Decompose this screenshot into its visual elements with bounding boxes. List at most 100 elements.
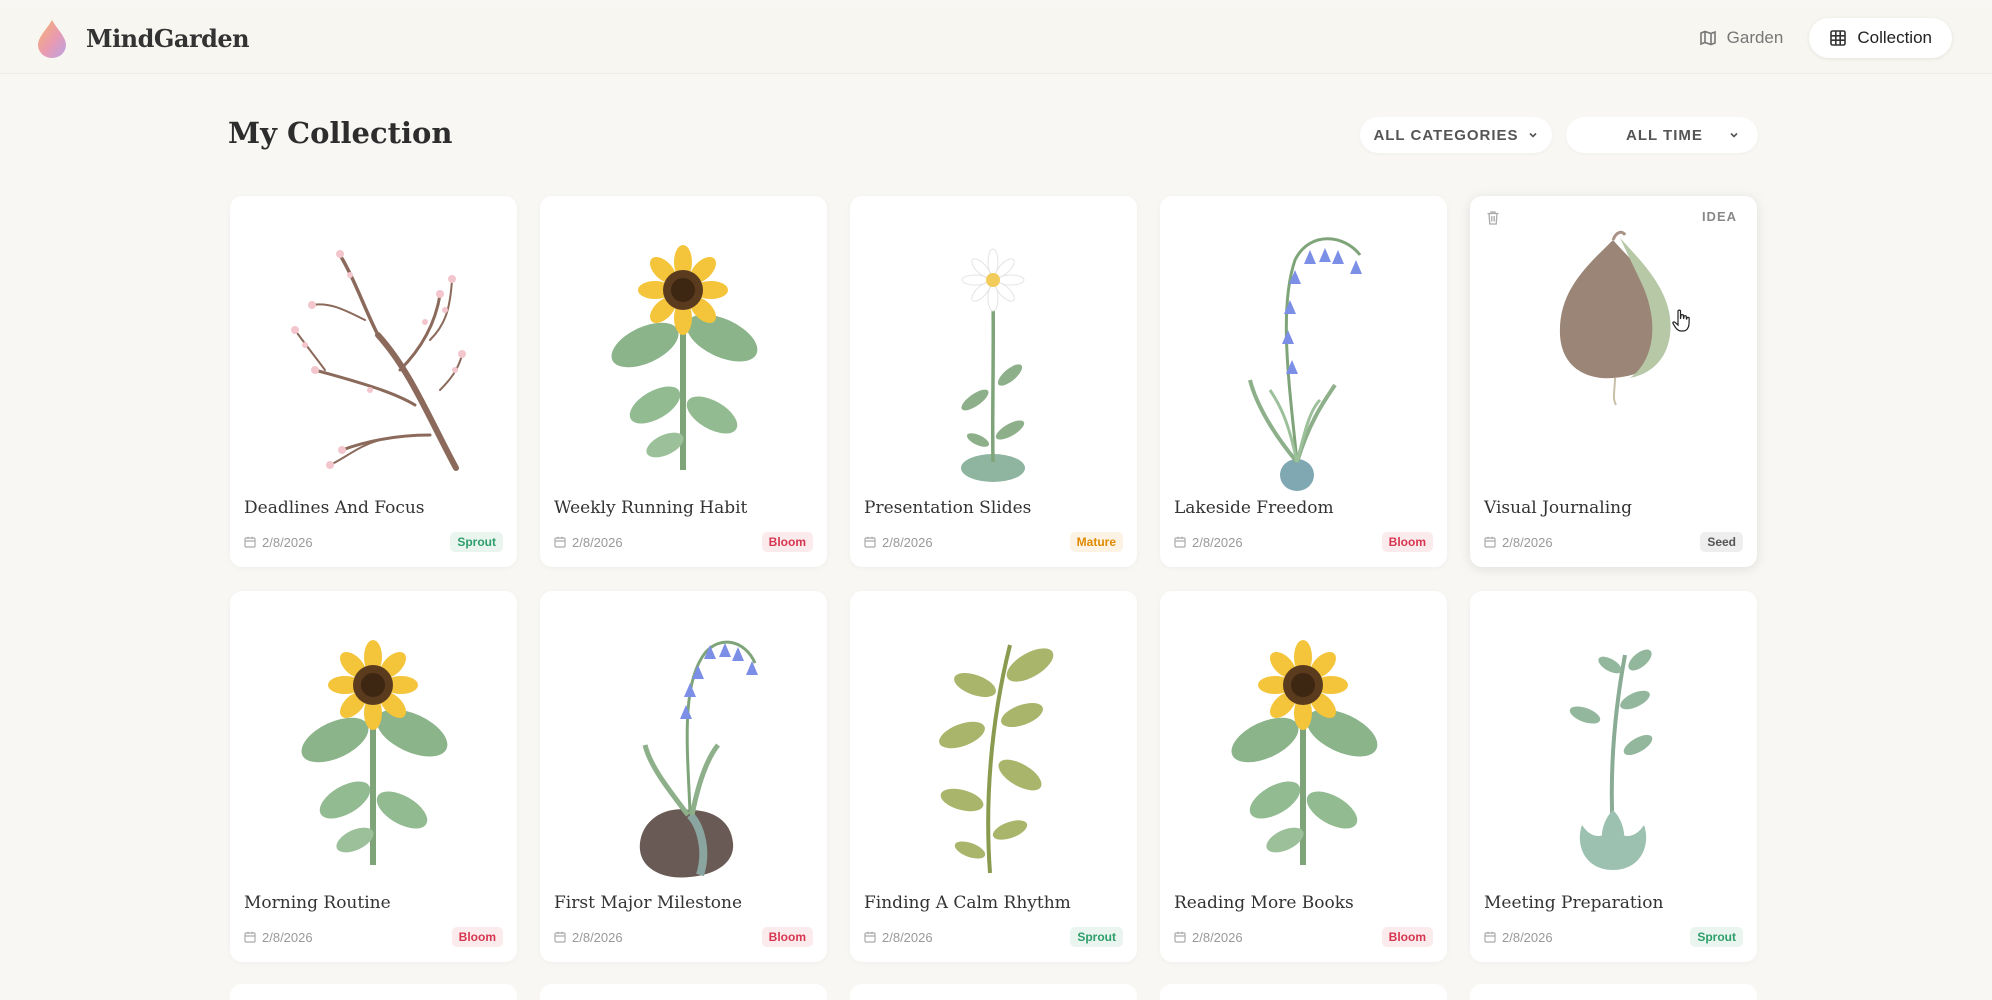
card-peek — [1160, 984, 1447, 1000]
card-title: Meeting Preparation — [1484, 893, 1664, 913]
card-date-text: 2/8/2026 — [262, 534, 313, 550]
card-date-text: 2/8/2026 — [1502, 929, 1553, 945]
card-date: 2/8/2026 — [554, 930, 623, 945]
card-title: Weekly Running Habit — [554, 498, 748, 518]
card-peek — [230, 984, 517, 1000]
sunflower-icon — [1160, 605, 1447, 895]
card-title: Visual Journaling — [1484, 498, 1632, 518]
category-filter-dropdown[interactable]: ALL CATEGORIES — [1360, 117, 1552, 153]
stage-badge: Bloom — [1381, 532, 1433, 552]
leafy-stem-icon — [850, 605, 1137, 895]
top-bar: MindGarden Garden Collection — [0, 8, 1992, 74]
card-meta: 2/8/2026 Mature — [864, 532, 1123, 552]
card-lakeside-freedom[interactable]: Lakeside Freedom 2/8/2026 Bloom — [1160, 196, 1447, 567]
calendar-icon — [1174, 536, 1186, 548]
calendar-icon — [864, 931, 876, 943]
hand-cursor-icon — [1672, 309, 1690, 332]
card-date-text: 2/8/2026 — [1502, 534, 1553, 550]
calendar-icon — [1174, 931, 1186, 943]
card-date: 2/8/2026 — [244, 535, 313, 550]
card-first-major-milestone[interactable]: First Major Milestone 2/8/2026 Bloom — [540, 591, 827, 962]
chevron-down-icon — [1730, 132, 1738, 138]
card-meta: 2/8/2026 Bloom — [1174, 532, 1433, 552]
card-date: 2/8/2026 — [554, 535, 623, 550]
calendar-icon — [1484, 536, 1496, 548]
calendar-icon — [1484, 931, 1496, 943]
stage-badge: Mature — [1069, 532, 1123, 552]
card-date: 2/8/2026 — [864, 535, 933, 550]
card-presentation-slides[interactable]: Presentation Slides 2/8/2026 Mature — [850, 196, 1137, 567]
card-date-text: 2/8/2026 — [882, 929, 933, 945]
card-peek — [1470, 984, 1757, 1000]
card-morning-routine[interactable]: Morning Routine 2/8/2026 Bloom — [230, 591, 517, 962]
chevron-down-icon — [1528, 132, 1537, 138]
card-date-text: 2/8/2026 — [1192, 534, 1243, 550]
card-title: Presentation Slides — [864, 498, 1032, 518]
category-filter-value: ALL CATEGORIES — [1373, 126, 1519, 144]
logo-drop-icon — [38, 20, 66, 58]
stage-badge: Bloom — [451, 927, 503, 947]
card-title: Morning Routine — [244, 893, 391, 913]
time-filter-value: ALL TIME — [1626, 126, 1703, 144]
card-meta: 2/8/2026 Sprout — [864, 927, 1123, 947]
card-title: Reading More Books — [1174, 893, 1354, 913]
stage-badge: Seed — [1700, 532, 1743, 552]
card-meta: 2/8/2026 Sprout — [244, 532, 503, 552]
stage-badge: Sprout — [1070, 927, 1123, 947]
card-date-text: 2/8/2026 — [262, 929, 313, 945]
card-meeting-preparation[interactable]: Meeting Preparation 2/8/2026 Sprout — [1470, 591, 1757, 962]
nav-collection-button[interactable]: Collection — [1809, 18, 1952, 58]
card-meta: 2/8/2026 Bloom — [1174, 927, 1433, 947]
card-visual-journaling[interactable]: IDEA Visual Journaling 2/8/2026 Seed — [1470, 196, 1757, 567]
brand-name: MindGarden — [86, 23, 250, 53]
card-meta: 2/8/2026 Bloom — [554, 532, 813, 552]
time-filter-dropdown[interactable]: ALL TIME — [1566, 117, 1758, 153]
sunflower-icon — [540, 210, 827, 500]
card-meta: 2/8/2026 Seed — [1484, 532, 1743, 552]
card-peek — [850, 984, 1137, 1000]
calendar-icon — [554, 536, 566, 548]
map-icon — [1699, 30, 1716, 46]
card-meta: 2/8/2026 Bloom — [554, 927, 813, 947]
stage-badge: Bloom — [1381, 927, 1433, 947]
card-date-text: 2/8/2026 — [882, 534, 933, 550]
card-title: First Major Milestone — [554, 893, 743, 913]
card-title: Lakeside Freedom — [1174, 498, 1334, 518]
bulb-icon — [1470, 210, 1757, 500]
card-date: 2/8/2026 — [1484, 535, 1553, 550]
card-date-text: 2/8/2026 — [1192, 929, 1243, 945]
nav-garden-button[interactable]: Garden — [1679, 18, 1804, 58]
card-date-text: 2/8/2026 — [572, 534, 623, 550]
nav-collection-label: Collection — [1857, 28, 1932, 47]
card-title: Finding A Calm Rhythm — [864, 893, 1071, 913]
bluebell-bulb-icon — [540, 605, 827, 895]
calendar-icon — [554, 931, 566, 943]
stage-badge: Sprout — [450, 532, 503, 552]
calendar-icon — [864, 536, 876, 548]
grid-icon — [1830, 30, 1847, 46]
card-date: 2/8/2026 — [1174, 535, 1243, 550]
card-peek — [540, 984, 827, 1000]
card-date: 2/8/2026 — [1174, 930, 1243, 945]
daisy-icon — [850, 210, 1137, 500]
card-title: Deadlines And Focus — [244, 498, 425, 518]
card-meta: 2/8/2026 Bloom — [244, 927, 503, 947]
succulent-sprout-icon — [1470, 605, 1757, 895]
nav-garden-label: Garden — [1726, 28, 1784, 47]
card-reading-more-books[interactable]: Reading More Books 2/8/2026 Bloom — [1160, 591, 1447, 962]
stage-badge: Bloom — [761, 532, 813, 552]
stage-badge: Bloom — [761, 927, 813, 947]
card-weekly-running-habit[interactable]: Weekly Running Habit 2/8/2026 Bloom — [540, 196, 827, 567]
calendar-icon — [244, 931, 256, 943]
logo[interactable]: MindGarden — [34, 17, 250, 59]
card-deadlines-and-focus[interactable]: Deadlines And Focus 2/8/2026 Sprout — [230, 196, 517, 567]
card-date: 2/8/2026 — [864, 930, 933, 945]
collection-grid: Deadlines And Focus 2/8/2026 Sprout Weekly… — [230, 196, 1757, 962]
card-date-text: 2/8/2026 — [572, 929, 623, 945]
bluebell-icon — [1160, 210, 1447, 500]
card-finding-a-calm-rhythm[interactable]: Finding A Calm Rhythm 2/8/2026 Sprout — [850, 591, 1137, 962]
card-meta: 2/8/2026 Sprout — [1484, 927, 1743, 947]
calendar-icon — [244, 536, 256, 548]
card-date: 2/8/2026 — [244, 930, 313, 945]
sunflower-icon — [230, 605, 517, 895]
